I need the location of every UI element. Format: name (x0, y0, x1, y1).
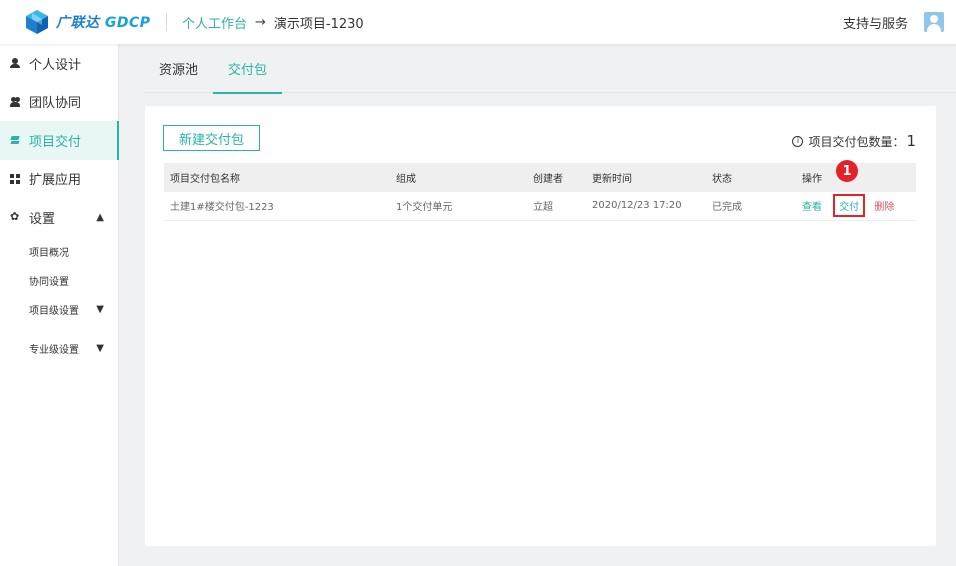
cell-actions: 查看 交付 删除 (796, 192, 916, 220)
breadcrumb: 个人工作台 → 演示项目-1230 (182, 13, 364, 32)
chevron-down-icon: ▼ (96, 303, 104, 315)
package-count: i 项目交付包数量： 1 (792, 132, 916, 150)
tab-resource-pool[interactable]: 资源池 (144, 44, 213, 93)
grid-icon (10, 173, 20, 184)
sidebar-subitem-collab-settings[interactable]: 协同设置 (0, 266, 118, 295)
header-divider (166, 13, 167, 31)
brand-name: 广联达 GDCP (56, 15, 151, 31)
sidebar-item-label: 设置 (29, 211, 56, 227)
support-services-link[interactable]: 支持与服务 (843, 13, 908, 32)
cell-package-name: 土建1#楼交付包-1223 (170, 202, 274, 214)
column-header-composition: 组成 (396, 174, 416, 185)
column-header-creator: 创建者 (533, 174, 563, 185)
breadcrumb-workspace-link[interactable]: 个人工作台 (182, 13, 247, 32)
main-content: 资源池 交付包 新建交付包 i 项目交付包数量： 1 项目交付包名称 组成 创建… (119, 44, 956, 566)
sidebar-item-label: 项目交付 (29, 134, 82, 150)
cell-creator: 立超 (533, 202, 553, 214)
sidebar-item-extensions[interactable]: 扩展应用 (0, 160, 118, 199)
sidebar-subitem-label: 专业级设置 (29, 344, 79, 356)
sidebar-item-project-delivery[interactable]: 项目交付 (0, 121, 119, 160)
cell-composition: 1个交付单元 (396, 202, 453, 214)
info-icon: i (792, 135, 804, 147)
tab-delivery-package[interactable]: 交付包 (213, 44, 283, 94)
column-header-updated: 更新时间 (592, 174, 632, 185)
package-count-label: 项目交付包数量： (808, 134, 905, 149)
delivery-package-table: 项目交付包名称 组成 创建者 更新时间 状态 操作 土建1#楼交付包-1223 … (164, 163, 916, 221)
sidebar-subitem-discipline-level-settings[interactable]: 专业级设置 ▼ (0, 334, 118, 363)
column-header-name: 项目交付包名称 (170, 174, 240, 185)
breadcrumb-current-project: 演示项目-1230 (273, 16, 364, 32)
cell-updated-time: 2020/12/23 17:20 (592, 200, 682, 212)
table-row: 土建1#楼交付包-1223 1个交付单元 立超 2020/12/23 17:20… (164, 192, 916, 220)
arrow-right-icon: → (255, 14, 266, 30)
sidebar-item-label: 扩展应用 (29, 173, 82, 189)
sidebar-item-personal-design[interactable]: 个人设计 (0, 44, 118, 83)
sidebar-item-team-collab[interactable]: 团队协同 (0, 83, 118, 122)
gear-icon: ✿ (10, 210, 20, 224)
user-icon (10, 58, 20, 69)
sidebar-subitem-project-level-settings[interactable]: 项目级设置 ▼ (0, 295, 118, 324)
sidebar: 个人设计 团队协同 项目交付 扩展应用 ✿ 设置 ▲ 项目概况 协同设置 项目级… (0, 44, 119, 566)
chevron-up-icon: ▲ (96, 211, 104, 223)
sidebar-subitem-label: 项目级设置 (29, 305, 79, 317)
sidebar-item-settings[interactable]: ✿ 设置 ▲ (0, 198, 118, 237)
delete-link[interactable]: 删除 (874, 202, 894, 213)
user-avatar[interactable] (924, 12, 944, 32)
sidebar-item-label: 个人设计 (29, 57, 82, 73)
layers-icon (10, 135, 20, 145)
sidebar-subitem-project-overview[interactable]: 项目概况 (0, 237, 118, 266)
new-delivery-package-button[interactable]: 新建交付包 (163, 125, 260, 151)
cell-status: 已完成 (712, 202, 742, 214)
chevron-down-icon: ▼ (96, 342, 104, 354)
table-header-row: 项目交付包名称 组成 创建者 更新时间 状态 操作 (164, 163, 916, 192)
sidebar-item-label: 团队协同 (29, 96, 82, 112)
logo-cube-icon (26, 10, 48, 34)
sidebar-subitem-label: 项目概况 (29, 247, 69, 259)
delivery-package-panel: 新建交付包 i 项目交付包数量： 1 项目交付包名称 组成 创建者 更新时间 状… (145, 106, 936, 546)
deliver-link[interactable]: 交付 (833, 194, 866, 218)
brand-logo[interactable]: 广联达 GDCP (24, 9, 156, 35)
view-link[interactable]: 查看 (802, 202, 822, 213)
tab-bar: 资源池 交付包 (144, 44, 956, 94)
team-icon (10, 96, 20, 107)
column-header-status: 状态 (712, 174, 732, 185)
top-header: 广联达 GDCP 个人工作台 → 演示项目-1230 支持与服务 (0, 0, 956, 44)
package-count-value: 1 (906, 132, 916, 150)
step-annotation-badge: 1 (836, 160, 858, 182)
sidebar-subitem-label: 协同设置 (29, 276, 69, 288)
